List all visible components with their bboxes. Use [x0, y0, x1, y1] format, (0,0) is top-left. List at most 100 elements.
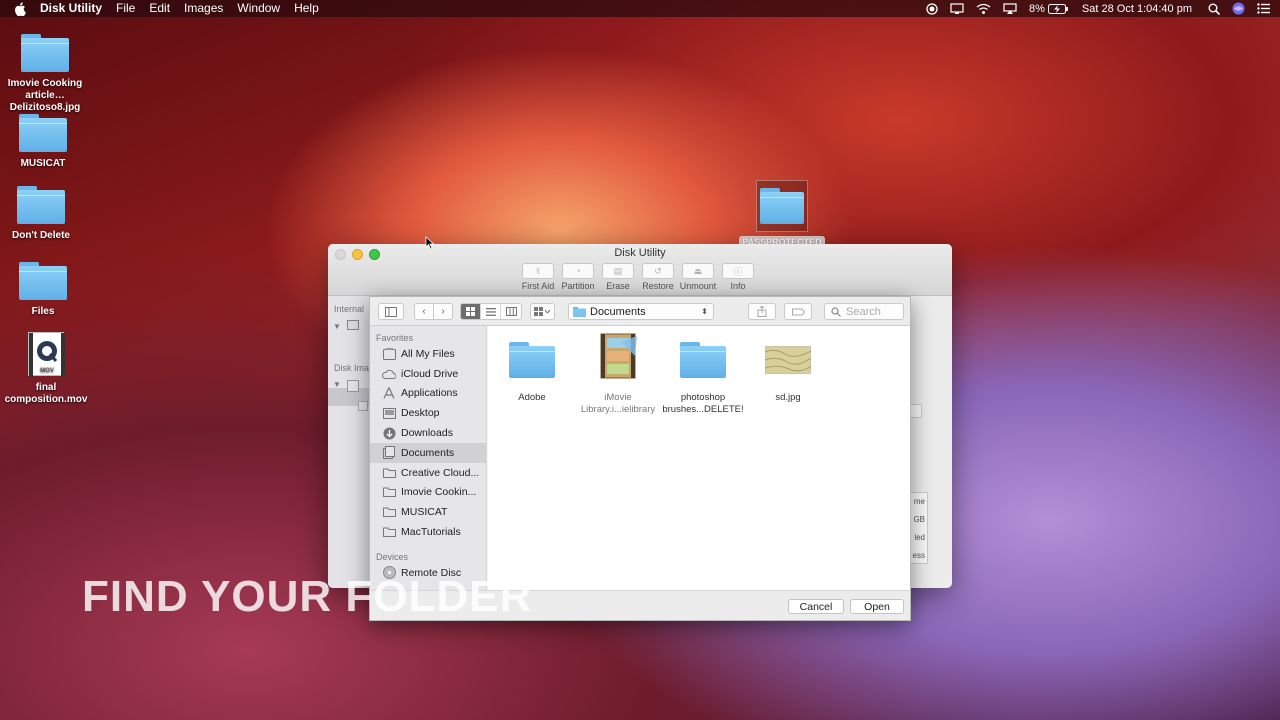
devices-header: Devices	[376, 551, 409, 562]
list-icon	[485, 307, 496, 316]
path-selector[interactable]: Documents ⬍	[568, 303, 714, 320]
sidebar-item-documents[interactable]: Documents	[370, 442, 486, 463]
sidebar-toggle-button[interactable]	[378, 303, 404, 320]
file-item-label: Adobe	[518, 392, 546, 403]
partition-button[interactable]: ◔ Partition	[558, 263, 598, 291]
info-button[interactable]: ⓘ Info	[718, 263, 758, 291]
documents-icon	[382, 446, 396, 460]
share-icon	[757, 306, 767, 317]
window-title: Disk Utility	[614, 247, 666, 259]
tags-button[interactable]	[784, 303, 812, 320]
search-placeholder: Search	[846, 305, 881, 318]
forward-button[interactable]: ›	[433, 303, 453, 320]
disk-image-icon[interactable]	[347, 380, 359, 392]
desktop-icon-label: final composition.mov	[4, 382, 88, 405]
image-thumbnail-icon	[765, 346, 811, 374]
mouse-cursor-icon	[425, 236, 435, 255]
sidebar-item-icloud-drive[interactable]: iCloud Drive	[370, 364, 486, 384]
sidebar-header-disk-images: Disk Ima	[334, 363, 370, 373]
battery-icon[interactable]	[1047, 3, 1068, 14]
open-panel-sidebar: Favorites All My Files iCloud Drive Appl…	[370, 326, 487, 591]
list-view-button[interactable]	[481, 304, 501, 319]
file-item-imovie-library[interactable]: iMovie Library.i...ielibrary	[570, 330, 666, 416]
airplay-icon[interactable]	[1003, 2, 1017, 15]
share-button[interactable]	[748, 303, 776, 320]
chevron-left-icon: ‹	[422, 306, 426, 317]
sidebar-item-creative-cloud[interactable]: Creative Cloud...	[370, 463, 486, 483]
wifi-icon[interactable]	[976, 3, 991, 15]
apple-menu-icon[interactable]	[14, 1, 28, 16]
downloads-icon	[382, 427, 396, 440]
restore-button[interactable]: ↺ Restore	[638, 263, 678, 291]
updown-chevron-icon: ⬍	[701, 307, 708, 316]
open-panel-toolbar: ‹ › Documents ⬍ Search	[370, 297, 910, 326]
desktop-icon-label: Don't Delete	[12, 230, 70, 241]
sidebar-item-all-my-files[interactable]: All My Files	[370, 344, 486, 364]
open-button[interactable]: Open	[850, 599, 904, 614]
column-view-button[interactable]	[501, 304, 521, 319]
folder-icon	[680, 342, 726, 378]
folder-icon	[509, 342, 555, 378]
unmount-icon: ⏏	[682, 263, 714, 279]
back-button[interactable]: ‹	[414, 303, 434, 320]
file-item-sd-jpg[interactable]: sd.jpg	[740, 336, 836, 404]
sidebar-icon	[385, 306, 397, 317]
screen-share-icon[interactable]	[950, 2, 964, 15]
disclosure-triangle-icon[interactable]: ▼	[333, 380, 341, 389]
all-files-icon	[382, 347, 396, 360]
search-field[interactable]: Search	[824, 303, 904, 320]
battery-percent[interactable]: 8%	[1029, 3, 1045, 15]
tag-icon	[791, 308, 805, 315]
folder-icon	[21, 34, 69, 72]
disclosure-triangle-icon[interactable]: ▼	[333, 322, 341, 331]
menu-edit[interactable]: Edit	[149, 0, 170, 17]
erase-button[interactable]: ▤ Erase	[598, 263, 638, 291]
disk-icon[interactable]	[347, 320, 359, 330]
arrange-button[interactable]	[530, 303, 555, 320]
siri-icon[interactable]	[1232, 2, 1245, 15]
menu-window[interactable]: Window	[237, 0, 280, 17]
file-item-label: iMovie Library.i...ielibrary	[580, 392, 656, 415]
sidebar-item-mactutorials[interactable]: MacTutorials	[370, 522, 486, 542]
sidebar-item-applications[interactable]: Applications	[370, 384, 486, 404]
desktop-folder-imovie-cooking[interactable]: Imovie Cooking article…Delizitoso8.jpg	[0, 34, 93, 114]
desktop-file-final-composition[interactable]: MOV final composition.mov	[0, 332, 94, 406]
stethoscope-icon: ⚕	[522, 263, 554, 279]
file-item-label: sd.jpg	[775, 392, 801, 403]
folder-icon	[19, 262, 67, 300]
file-item-photoshop-brushes[interactable]: photoshop brushes...DELETE!	[655, 336, 751, 416]
sidebar-item-desktop[interactable]: Desktop	[370, 403, 486, 423]
spotlight-search-icon[interactable]	[1208, 3, 1220, 15]
cancel-button[interactable]: Cancel	[788, 599, 844, 614]
clock[interactable]: Sat 28 Oct 1:04:40 pm	[1082, 3, 1192, 15]
desktop-folder-dont-delete[interactable]: Don't Delete	[0, 186, 89, 242]
folder-icon	[382, 467, 396, 479]
menu-help[interactable]: Help	[294, 0, 319, 17]
unmount-button[interactable]: ⏏ Unmount	[678, 263, 718, 291]
grid-icon	[466, 307, 475, 316]
icon-view-button[interactable]	[461, 304, 481, 319]
desktop-icon-label: Imovie Cooking article…Delizitoso8.jpg	[7, 78, 83, 113]
desktop-icon-label: MUSICAT	[20, 158, 66, 169]
menu-bar: Disk Utility File Edit Images Window Hel…	[0, 0, 1280, 17]
record-icon[interactable]	[926, 2, 938, 15]
app-menu[interactable]: Disk Utility	[40, 0, 102, 17]
sidebar-item-musicat[interactable]: MUSICAT	[370, 502, 486, 522]
folder-icon	[382, 506, 396, 518]
dragged-folder-passprotected[interactable]: PASSPROTECTED	[738, 180, 826, 250]
desktop-icon-label: Files	[31, 306, 55, 317]
desktop-folder-musicat[interactable]: MUSICAT	[0, 114, 91, 170]
menu-file[interactable]: File	[116, 0, 135, 17]
applications-icon	[382, 387, 396, 400]
volume-icon[interactable]	[358, 401, 368, 411]
notification-center-icon[interactable]	[1257, 3, 1270, 14]
menu-images[interactable]: Images	[184, 0, 223, 17]
tutorial-caption: FIND YOUR FOLDER	[82, 572, 533, 621]
sidebar-item-downloads[interactable]: Downloads	[370, 423, 486, 443]
restore-icon: ↺	[642, 263, 674, 279]
first-aid-button[interactable]: ⚕ First Aid	[518, 263, 558, 291]
desktop-folder-files[interactable]: Files	[0, 262, 91, 318]
sidebar-item-imovie-cooking[interactable]: Imovie Cookin...	[370, 483, 486, 503]
favorites-header: Favorites	[376, 333, 414, 343]
file-item-adobe[interactable]: Adobe	[484, 336, 580, 404]
